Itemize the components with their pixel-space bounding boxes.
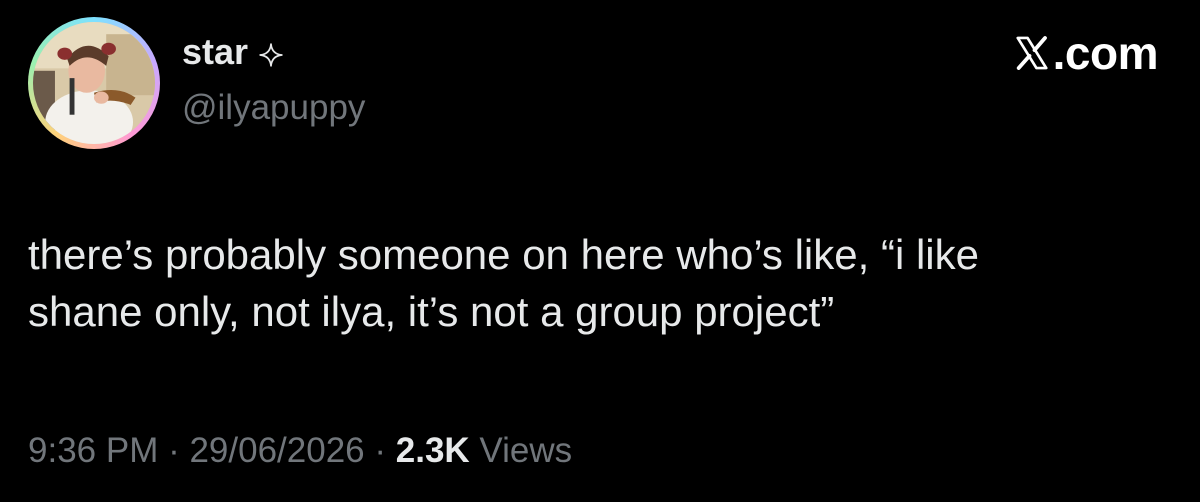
author-name-row[interactable]: star: [182, 34, 284, 70]
tweet-date[interactable]: 29/06/2026: [189, 431, 364, 470]
avatar-photo: [33, 22, 155, 144]
author-handle[interactable]: @ilyapuppy: [182, 90, 365, 125]
views-label: Views: [469, 431, 573, 470]
tweet-time[interactable]: 9:36 PM: [28, 431, 158, 470]
avatar[interactable]: [28, 17, 160, 149]
tweet-meta: 9:36 PM · 29/06/2026 · 2.3K Views: [28, 433, 572, 468]
brand-watermark: .com: [1013, 27, 1159, 79]
tweet-text: there’s probably someone on here who’s l…: [28, 231, 979, 335]
meta-separator: ·: [158, 431, 190, 470]
tweet-card: star @ilyapuppy .com there’s probably so…: [0, 0, 1200, 502]
display-name[interactable]: star: [182, 34, 248, 70]
meta-separator: ·: [364, 431, 396, 470]
brand-text: .com: [1052, 27, 1159, 79]
sparkle-icon: [258, 42, 284, 68]
views-count: 2.3K: [395, 431, 470, 470]
x-logo-icon: [1016, 36, 1048, 70]
